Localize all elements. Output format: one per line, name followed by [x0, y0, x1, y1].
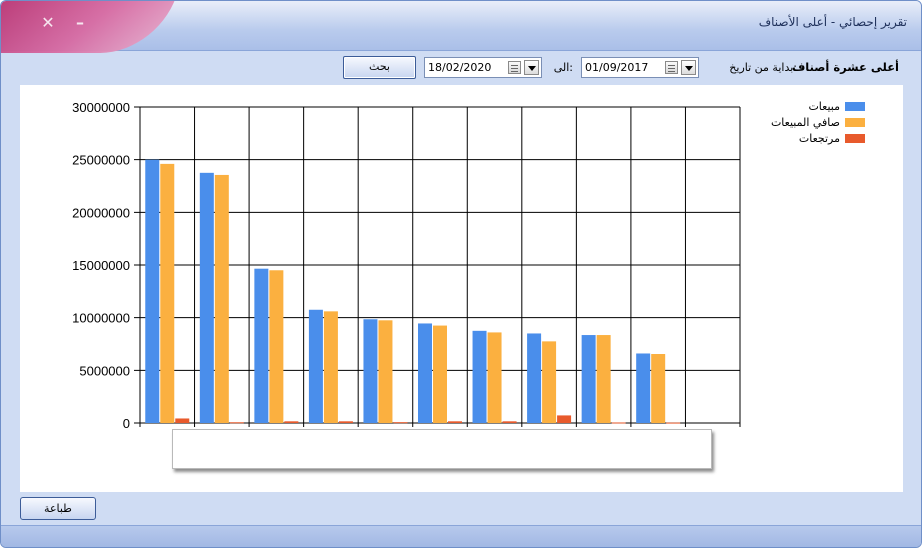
legend-label: صافي المبيعات: [770, 116, 840, 129]
bar-sales: [581, 335, 596, 423]
chart-legend: مبيعات صافي المبيعات مرتجعات: [771, 100, 890, 148]
bar-returns: [611, 422, 626, 424]
y-tick-label: 10000000: [72, 311, 130, 326]
status-strip: [1, 525, 921, 547]
bar-returns: [338, 421, 353, 423]
chevron-down-icon[interactable]: [524, 60, 539, 75]
bar-returns: [229, 422, 244, 424]
bar-net_sales: [651, 354, 666, 423]
bar-sales: [308, 309, 323, 423]
bar-returns: [175, 418, 190, 423]
empty-detail-panel: [172, 429, 712, 469]
y-tick-label: 25000000: [72, 153, 130, 168]
y-tick-label: 20000000: [72, 205, 130, 220]
bar-sales: [199, 172, 214, 423]
print-button[interactable]: طباعة: [20, 497, 96, 520]
bar-returns: [393, 422, 408, 424]
legend-swatch: [845, 118, 865, 127]
bar-net_sales: [433, 325, 447, 423]
bar-returns: [284, 421, 299, 423]
close-icon[interactable]: ✕: [37, 13, 59, 33]
minimize-icon[interactable]: –: [69, 13, 91, 33]
bar-net_sales: [378, 320, 393, 423]
bar-sales: [527, 333, 542, 423]
calendar-icon[interactable]: [508, 61, 521, 74]
bar-sales: [472, 330, 487, 423]
to-date-label: الى:: [553, 61, 573, 74]
bar-sales: [254, 268, 269, 423]
y-tick-label: 30000000: [72, 100, 130, 115]
bar-returns: [502, 421, 517, 423]
legend-swatch: [845, 134, 865, 143]
bar-returns: [666, 422, 681, 424]
to-date-value[interactable]: 18/02/2020: [428, 61, 491, 74]
legend-item: مبيعات: [780, 100, 890, 116]
bar-returns: [448, 421, 462, 423]
legend-item: مرتجعات: [780, 132, 890, 148]
y-tick-label: 15000000: [72, 258, 130, 273]
title-bar: ✕ – تقرير إحصائي - أعلى الأصناف: [1, 1, 921, 53]
legend-item: صافي المبيعات: [771, 116, 890, 132]
legend-label: مرتجعات: [798, 132, 840, 145]
bar-sales: [363, 319, 378, 423]
bar-net_sales: [323, 311, 338, 423]
bar-sales: [636, 353, 651, 423]
window-title: تقرير إحصائي - أعلى الأصناف: [758, 15, 907, 29]
bar-sales: [418, 323, 432, 423]
search-button[interactable]: بحث: [343, 56, 416, 79]
report-heading: أعلى عشرة أصناف: [791, 60, 899, 74]
bar-net_sales: [596, 335, 611, 423]
bar-sales: [145, 159, 160, 423]
bar-net_sales: [214, 174, 229, 423]
bar-net_sales: [542, 341, 557, 423]
from-date-label: بداية من تاريخ:: [729, 61, 797, 74]
bar-net_sales: [269, 270, 284, 423]
from-date-picker[interactable]: 01/09/2017: [581, 57, 699, 78]
bar-returns: [557, 415, 572, 423]
bar-net_sales: [160, 163, 175, 423]
filter-toolbar: أعلى عشرة أصناف بداية من تاريخ: 01/09/20…: [1, 51, 921, 85]
y-tick-label: 0: [123, 416, 130, 431]
chevron-down-icon[interactable]: [681, 60, 696, 75]
y-tick-label: 5000000: [79, 363, 130, 378]
to-date-picker[interactable]: 18/02/2020: [424, 57, 542, 78]
legend-label: مبيعات: [808, 100, 840, 113]
bar-net_sales: [487, 332, 502, 423]
report-window: ✕ – تقرير إحصائي - أعلى الأصناف أعلى عشر…: [0, 0, 922, 548]
chart-panel: 30000000 25000000 20000000 15000000 10000000…: [20, 85, 903, 492]
legend-swatch: [845, 102, 865, 111]
calendar-icon[interactable]: [665, 61, 678, 74]
from-date-value[interactable]: 01/09/2017: [585, 61, 648, 74]
